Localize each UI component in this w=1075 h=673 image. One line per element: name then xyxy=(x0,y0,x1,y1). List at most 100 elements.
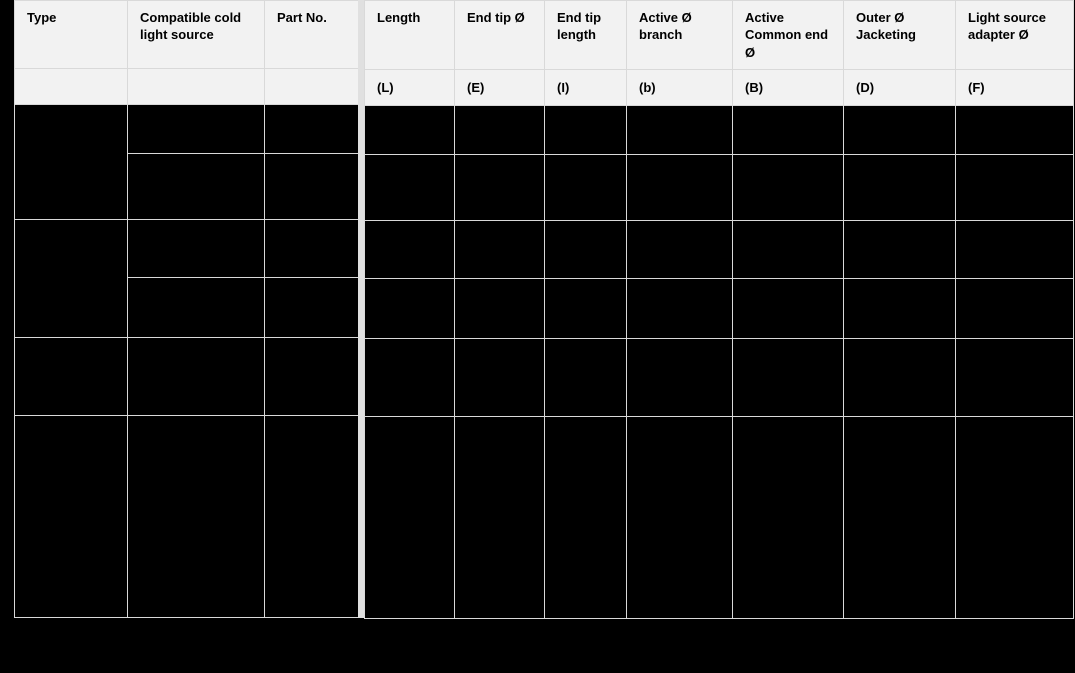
redacted-value xyxy=(639,226,722,272)
cell-active-diameter-branch[interactable] xyxy=(626,219,733,279)
cell-end-tip-length[interactable] xyxy=(544,219,627,279)
cell-end-tip-diameter[interactable] xyxy=(454,415,545,619)
redacted-value xyxy=(140,111,254,147)
cell-length[interactable] xyxy=(364,219,455,279)
cell-light-source-adapter-diameter[interactable] xyxy=(955,277,1074,339)
cell-part-no[interactable] xyxy=(264,415,359,618)
cell-part-no[interactable] xyxy=(264,104,359,154)
redacted-value xyxy=(745,344,833,410)
cell-end-tip-length[interactable] xyxy=(544,277,627,339)
redacted-value xyxy=(557,344,616,410)
cell-part-no[interactable] xyxy=(264,337,359,416)
table-row[interactable] xyxy=(14,415,359,618)
cell-cold-light-source[interactable] xyxy=(127,337,265,416)
cell-part-no[interactable] xyxy=(264,219,359,278)
table-header-right: Length End tip Ø End tip length Active Ø… xyxy=(364,0,1074,106)
cell-light-source-adapter-diameter[interactable] xyxy=(955,104,1074,155)
redacted-value xyxy=(557,111,616,148)
header-row-main-right: Length End tip Ø End tip length Active Ø… xyxy=(364,0,1074,70)
cell-length[interactable] xyxy=(364,104,455,155)
cell-end-tip-length[interactable] xyxy=(544,153,627,221)
redacted-value xyxy=(27,111,117,213)
cell-active-common-end-diameter[interactable] xyxy=(732,337,844,417)
column-symbol-end-tip-diameter: (E) xyxy=(454,68,545,106)
cell-type[interactable] xyxy=(14,337,128,416)
cell-cold-light-source[interactable] xyxy=(127,219,265,278)
cell-active-diameter-branch[interactable] xyxy=(626,153,733,221)
table-row[interactable] xyxy=(14,337,359,416)
redacted-value xyxy=(277,422,348,611)
cell-end-tip-diameter[interactable] xyxy=(454,104,545,155)
table-row[interactable] xyxy=(364,415,1074,619)
cell-part-no[interactable] xyxy=(264,277,359,338)
redacted-value xyxy=(745,111,833,148)
cell-type[interactable] xyxy=(14,104,128,220)
redacted-value xyxy=(856,111,945,148)
cell-end-tip-diameter[interactable] xyxy=(454,277,545,339)
cell-end-tip-diameter[interactable] xyxy=(454,219,545,279)
cell-length[interactable] xyxy=(364,415,455,619)
table-row[interactable] xyxy=(14,104,359,220)
cell-active-common-end-diameter[interactable] xyxy=(732,415,844,619)
cell-end-tip-diameter[interactable] xyxy=(454,337,545,417)
redacted-value xyxy=(467,111,534,148)
cell-active-diameter-branch[interactable] xyxy=(626,104,733,155)
cell-length[interactable] xyxy=(364,277,455,339)
redacted-value xyxy=(856,284,945,332)
table-row[interactable] xyxy=(364,104,1074,155)
redacted-value xyxy=(639,111,722,148)
cell-length[interactable] xyxy=(364,153,455,221)
column-symbol-end-tip-length: (I) xyxy=(544,68,627,106)
cell-active-common-end-diameter[interactable] xyxy=(732,277,844,339)
redacted-value xyxy=(277,160,348,213)
cell-outer-diameter-jacketing[interactable] xyxy=(843,104,956,155)
cell-part-no[interactable] xyxy=(264,153,359,220)
cell-outer-diameter-jacketing[interactable] xyxy=(843,337,956,417)
redacted-value xyxy=(467,226,534,272)
cell-outer-diameter-jacketing[interactable] xyxy=(843,153,956,221)
cell-type[interactable] xyxy=(14,415,128,618)
cell-active-common-end-diameter[interactable] xyxy=(732,153,844,221)
cell-active-diameter-branch[interactable] xyxy=(626,337,733,417)
cell-outer-diameter-jacketing[interactable] xyxy=(843,277,956,339)
page-root: Type Compatible cold light source Part N… xyxy=(0,0,1075,673)
cell-active-diameter-branch[interactable] xyxy=(626,415,733,619)
cell-active-common-end-diameter[interactable] xyxy=(732,219,844,279)
table-row[interactable] xyxy=(364,277,1074,339)
redacted-value xyxy=(140,284,254,331)
redacted-value xyxy=(856,422,945,612)
cell-light-source-adapter-diameter[interactable] xyxy=(955,219,1074,279)
redacted-value xyxy=(639,284,722,332)
spec-table-left: Type Compatible cold light source Part N… xyxy=(14,0,359,618)
redacted-value xyxy=(745,226,833,272)
cell-light-source-adapter-diameter[interactable] xyxy=(955,415,1074,619)
cell-type[interactable] xyxy=(14,219,128,338)
redacted-value xyxy=(557,284,616,332)
cell-end-tip-length[interactable] xyxy=(544,104,627,155)
redacted-value xyxy=(27,422,117,611)
table-row[interactable] xyxy=(14,219,359,338)
spec-table-right-group: Length End tip Ø End tip length Active Ø… xyxy=(364,0,1074,619)
cell-light-source-adapter-diameter[interactable] xyxy=(955,337,1074,417)
cell-length[interactable] xyxy=(364,337,455,417)
cell-active-common-end-diameter[interactable] xyxy=(732,104,844,155)
table-row[interactable] xyxy=(364,219,1074,279)
table-row[interactable] xyxy=(364,153,1074,221)
cell-light-source-adapter-diameter[interactable] xyxy=(955,153,1074,221)
redacted-value xyxy=(968,111,1063,148)
cell-outer-diameter-jacketing[interactable] xyxy=(843,415,956,619)
redacted-value xyxy=(639,160,722,214)
column-header-part-no: Part No. xyxy=(264,0,359,69)
cell-end-tip-length[interactable] xyxy=(544,337,627,417)
cell-outer-diameter-jacketing[interactable] xyxy=(843,219,956,279)
cell-cold-light-source[interactable] xyxy=(127,277,265,338)
cell-cold-light-source[interactable] xyxy=(127,153,265,220)
cell-active-diameter-branch[interactable] xyxy=(626,277,733,339)
cell-end-tip-diameter[interactable] xyxy=(454,153,545,221)
cell-end-tip-length[interactable] xyxy=(544,415,627,619)
table-row[interactable] xyxy=(364,337,1074,417)
cell-cold-light-source[interactable] xyxy=(127,415,265,618)
cell-cold-light-source[interactable] xyxy=(127,104,265,154)
redacted-value xyxy=(856,160,945,214)
redacted-value xyxy=(277,344,348,409)
